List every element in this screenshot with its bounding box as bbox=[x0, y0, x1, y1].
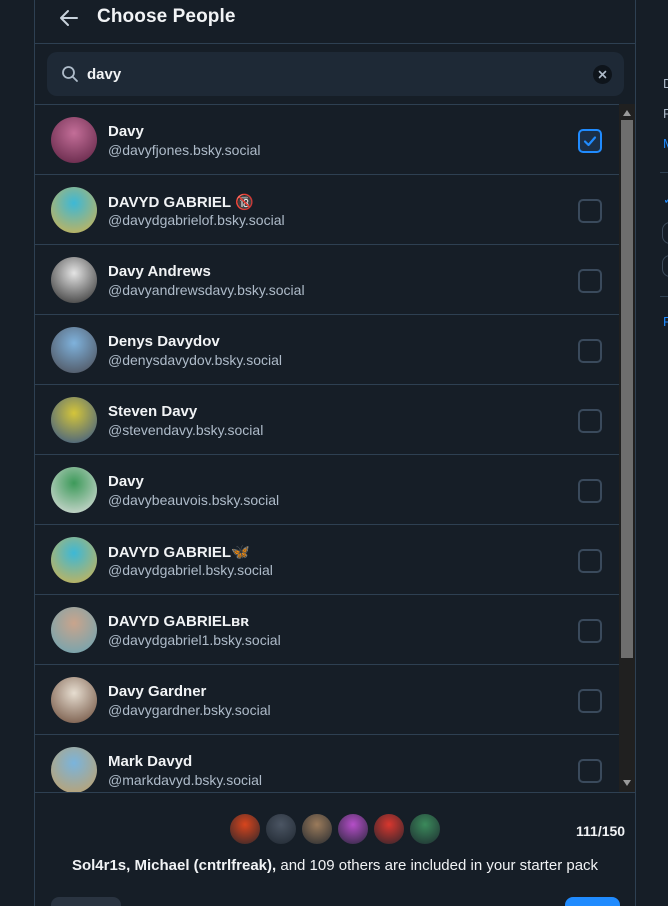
avatar bbox=[51, 677, 97, 723]
background-text-fragment: F bbox=[663, 106, 668, 121]
list-item[interactable]: Davy @davyfjones.bsky.social bbox=[35, 105, 619, 175]
avatar bbox=[51, 537, 97, 583]
arrow-left-icon bbox=[60, 10, 78, 26]
background-divider bbox=[660, 172, 668, 173]
background-link-fragment[interactable]: M bbox=[663, 136, 668, 151]
person-handle: @denysdavydov.bsky.social bbox=[108, 352, 282, 368]
scroll-down-arrow[interactable] bbox=[623, 780, 631, 786]
list-item[interactable]: Davy Andrews @davyandrewsdavy.bsky.social bbox=[35, 245, 619, 315]
select-checkbox[interactable] bbox=[578, 199, 602, 223]
select-checkbox[interactable] bbox=[578, 689, 602, 713]
search-box bbox=[47, 52, 624, 96]
avatar bbox=[51, 397, 97, 443]
person-name: DAVYD GABRIELʙʀ bbox=[108, 613, 250, 630]
select-checkbox[interactable] bbox=[578, 619, 602, 643]
scrollbar[interactable] bbox=[619, 104, 635, 792]
summary-names: Sol4r1s, Michael (cntrlfreak), bbox=[71, 857, 277, 874]
stack-avatar bbox=[372, 812, 406, 846]
person-name: Denys Davydov bbox=[108, 333, 220, 350]
selection-count: 111/150 bbox=[576, 823, 626, 839]
primary-button[interactable] bbox=[565, 897, 620, 906]
avatar bbox=[51, 467, 97, 513]
person-handle: @davybeauvois.bsky.social bbox=[108, 492, 280, 508]
stack-avatar bbox=[264, 812, 298, 846]
avatar bbox=[51, 327, 97, 373]
person-handle: @markdavyd.bsky.social bbox=[108, 772, 262, 788]
select-checkbox[interactable] bbox=[578, 269, 602, 293]
scroll-up-arrow[interactable] bbox=[623, 110, 631, 116]
list-item[interactable]: DAVYD GABRIELʙʀ @davydgabriel1.bsky.socia… bbox=[35, 595, 619, 665]
secondary-button[interactable] bbox=[51, 897, 121, 906]
avatar bbox=[51, 747, 97, 792]
dialog-header: Choose People bbox=[35, 0, 635, 44]
person-handle: @davyfjones.bsky.social bbox=[108, 142, 261, 158]
page-title: Choose People bbox=[97, 6, 236, 27]
selection-summary: Sol4r1s, Michael (cntrlfreak), and 109 o… bbox=[35, 857, 635, 874]
background-text-fragment: D bbox=[663, 76, 668, 91]
person-name: Davy bbox=[108, 123, 144, 140]
select-checkbox[interactable] bbox=[578, 409, 602, 433]
select-checkbox[interactable] bbox=[578, 129, 602, 153]
stack-avatar bbox=[336, 812, 370, 846]
checkmark-icon bbox=[583, 136, 597, 147]
scrollbar-thumb[interactable] bbox=[621, 120, 633, 658]
background-divider bbox=[660, 296, 668, 297]
person-name: Steven Davy bbox=[108, 403, 198, 420]
list-item[interactable]: Steven Davy @stevendavy.bsky.social bbox=[35, 385, 619, 455]
select-checkbox[interactable] bbox=[578, 479, 602, 503]
summary-text: and 109 others are included in your star… bbox=[276, 857, 599, 874]
background-check-fragment: ✓ bbox=[663, 192, 668, 208]
person-handle: @davydgabriel1.bsky.social bbox=[108, 632, 281, 648]
person-name: Davy Gardner bbox=[108, 683, 207, 700]
background-button-fragment[interactable] bbox=[662, 255, 668, 277]
clear-search-button[interactable] bbox=[593, 65, 612, 84]
list-item[interactable]: Davy @davybeauvois.bsky.social bbox=[35, 455, 619, 525]
choose-people-dialog: Choose People Davy @davyfjones.bsky.socia… bbox=[34, 0, 636, 906]
person-name: Mark Davyd bbox=[108, 753, 193, 770]
person-handle: @stevendavy.bsky.social bbox=[108, 422, 264, 438]
person-handle: @davydgabrielof.bsky.social bbox=[108, 212, 285, 228]
person-name: DAVYD GABRIEL 🔞 bbox=[108, 194, 254, 211]
stack-avatar bbox=[300, 812, 334, 846]
person-handle: @davyandrewsdavy.bsky.social bbox=[108, 282, 305, 298]
avatar bbox=[51, 257, 97, 303]
list-item[interactable]: Denys Davydov @denysdavydov.bsky.social bbox=[35, 315, 619, 385]
back-button[interactable] bbox=[57, 6, 81, 30]
person-handle: @davydgabriel.bsky.social bbox=[108, 562, 273, 578]
person-name: Davy bbox=[108, 473, 144, 490]
backdrop-left bbox=[0, 0, 34, 906]
avatar bbox=[51, 187, 97, 233]
select-checkbox[interactable] bbox=[578, 339, 602, 363]
stack-avatar bbox=[228, 812, 262, 846]
list-item[interactable]: Davy Gardner @davygardner.bsky.social bbox=[35, 665, 619, 735]
background-link-fragment[interactable]: F bbox=[663, 314, 668, 329]
person-name: DAVYD GABRIEL🦋 bbox=[108, 544, 250, 561]
list-item[interactable]: Mark Davyd @markdavyd.bsky.social bbox=[35, 735, 619, 792]
list-item[interactable]: DAVYD GABRIEL 🔞 @davydgabrielof.bsky.soci… bbox=[35, 175, 619, 245]
background-button-fragment[interactable] bbox=[662, 222, 668, 244]
avatar bbox=[51, 607, 97, 653]
people-list: Davy @davyfjones.bsky.social DAVYD GABRIEL… bbox=[35, 104, 619, 792]
dialog-footer: 111/150 Sol4r1s, Michael (cntrlfreak), a… bbox=[35, 792, 635, 906]
close-icon bbox=[598, 70, 607, 79]
person-handle: @davygardner.bsky.social bbox=[108, 702, 271, 718]
stack-avatar bbox=[408, 812, 442, 846]
avatar bbox=[51, 117, 97, 163]
list-item[interactable]: DAVYD GABRIEL🦋 @davydgabriel.bsky.social bbox=[35, 525, 619, 595]
search-icon bbox=[62, 66, 78, 82]
select-checkbox[interactable] bbox=[578, 759, 602, 783]
person-name: Davy Andrews bbox=[108, 263, 211, 280]
search-input[interactable] bbox=[87, 52, 567, 96]
select-checkbox[interactable] bbox=[578, 549, 602, 573]
